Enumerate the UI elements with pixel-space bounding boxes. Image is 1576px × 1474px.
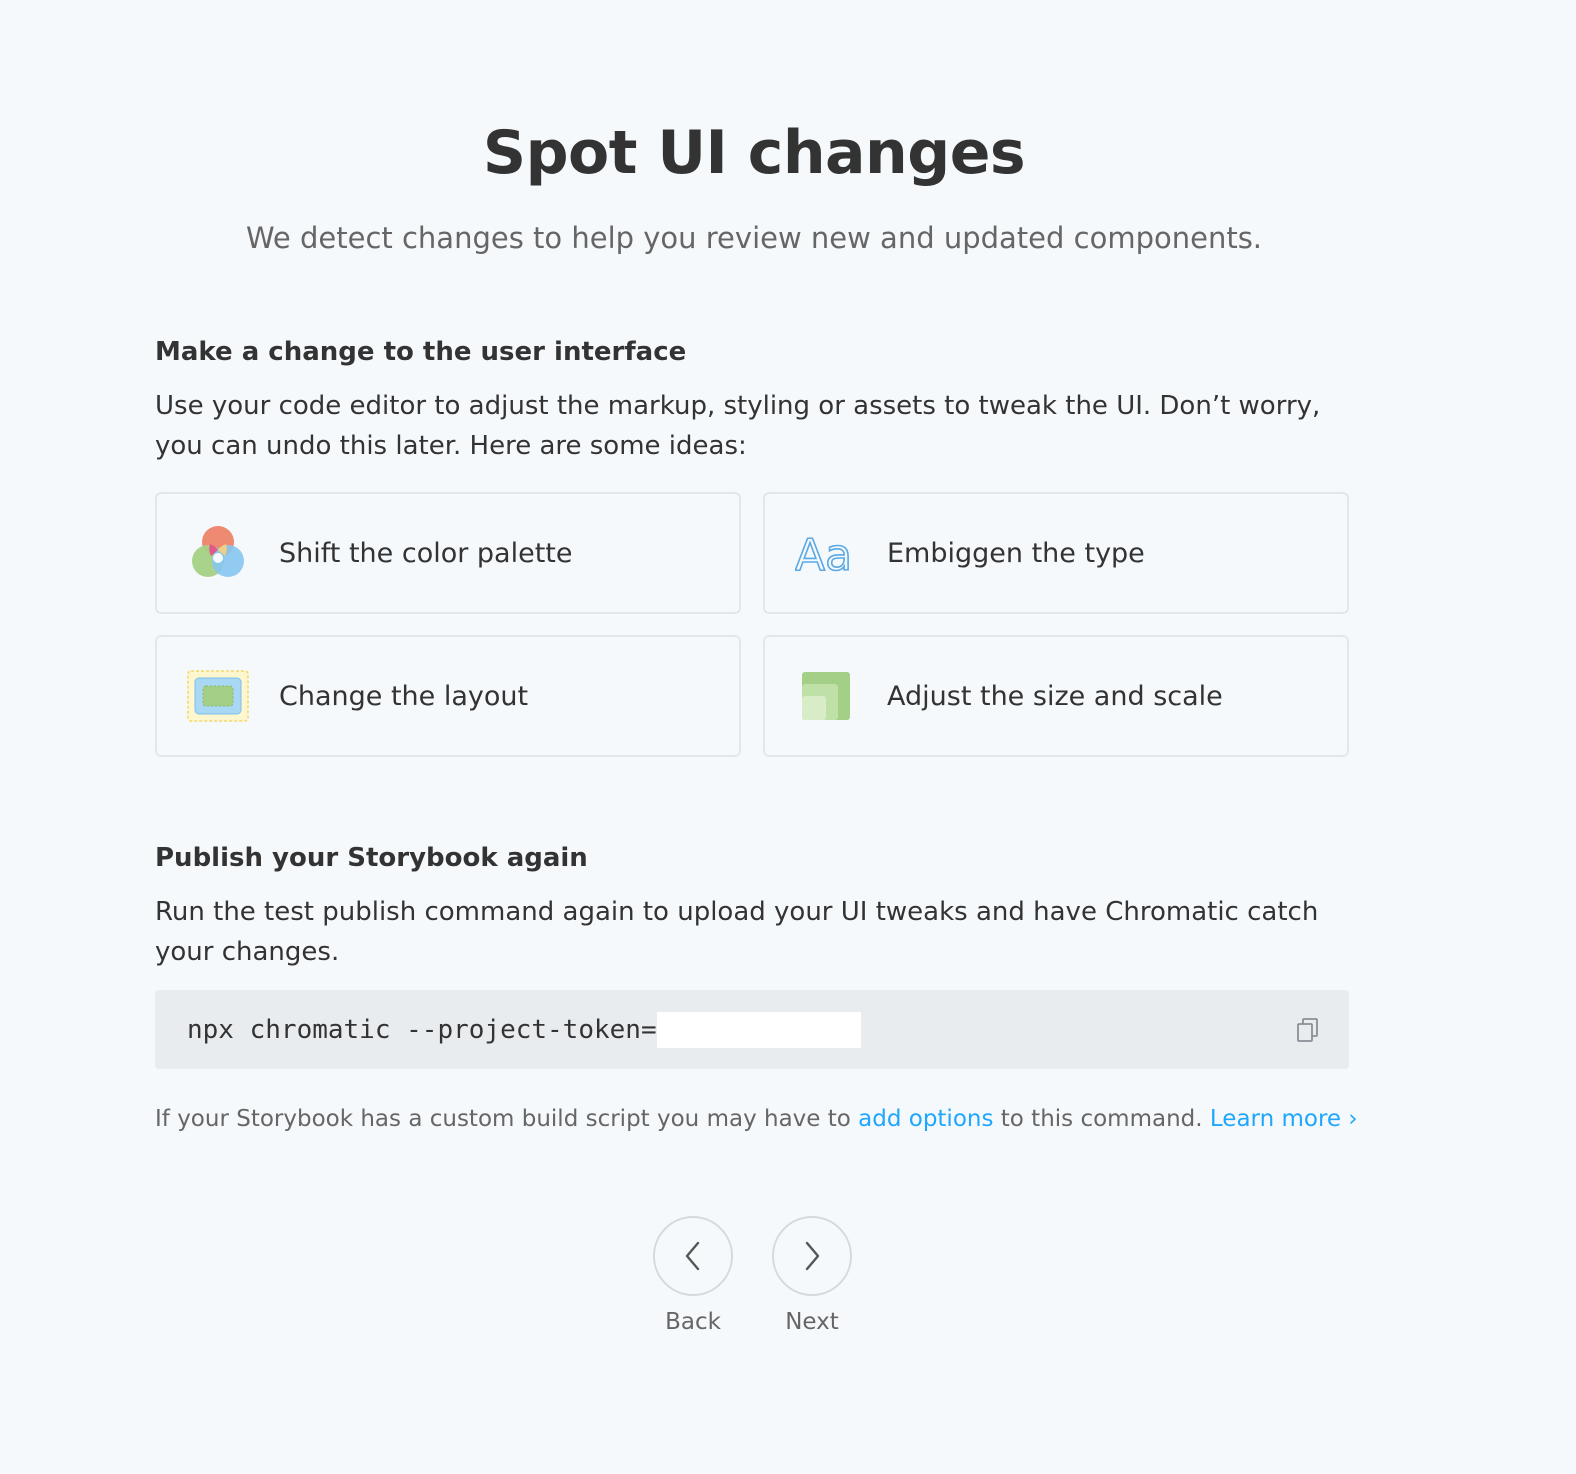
svg-text:Aa: Aa (795, 530, 852, 576)
onboarding-page: Spot UI changes We detect changes to hel… (0, 0, 1576, 1474)
color-palette-icon (187, 522, 249, 584)
page-subtitle: We detect changes to help you review new… (245, 221, 1263, 255)
next-label[interactable]: Next (772, 1306, 852, 1338)
ideas-grid: Shift the color palette Aa Embiggen the … (155, 492, 1349, 757)
step-description: Use your code editor to adjust the marku… (155, 391, 1321, 461)
typography-icon: Aa (795, 522, 857, 584)
learn-more-link[interactable]: Learn more › (1210, 1106, 1358, 1132)
learn-more-label: Learn more (1209, 1106, 1342, 1132)
idea-label: Change the layout (279, 680, 529, 712)
project-token-redacted (656, 1011, 861, 1048)
idea-card-color-palette[interactable]: Shift the color palette (155, 492, 741, 614)
back-nav: Back (653, 1216, 733, 1338)
command-box[interactable]: npx chromatic --project-token= (155, 990, 1349, 1069)
back-label[interactable]: Back (653, 1306, 733, 1338)
step-heading: Publish your Storybook again (155, 843, 588, 873)
next-nav: Next (772, 1216, 852, 1338)
chevron-left-icon (685, 1241, 700, 1271)
hint-text: If your Storybook has a custom build scr… (155, 1106, 859, 1132)
command-text[interactable]: npx chromatic --project-token= (187, 1015, 657, 1045)
idea-label: Embiggen the type (887, 537, 1145, 569)
step-make-change: Make a change to the user interface Use … (155, 334, 1349, 466)
chevron-right-icon (805, 1241, 820, 1271)
idea-label: Adjust the size and scale (887, 680, 1223, 712)
build-script-hint: If your Storybook has a custom build scr… (155, 1102, 1455, 1136)
page-title: Spot UI changes (482, 118, 1026, 188)
size-scale-icon (795, 665, 857, 727)
back-button[interactable] (653, 1216, 733, 1296)
next-button[interactable] (772, 1216, 852, 1296)
idea-card-layout[interactable]: Change the layout (155, 635, 741, 757)
step-description: Run the test publish command again to up… (155, 897, 1319, 967)
idea-label: Shift the color palette (279, 537, 573, 569)
layout-icon (187, 665, 249, 727)
add-options-link[interactable]: add options (858, 1106, 993, 1132)
step-heading: Make a change to the user interface (155, 337, 687, 367)
idea-card-size-scale[interactable]: Adjust the size and scale (763, 635, 1349, 757)
idea-card-typography[interactable]: Aa Embiggen the type (763, 492, 1349, 614)
step-publish: Publish your Storybook again Run the tes… (155, 840, 1349, 972)
copy-icon[interactable] (1293, 1015, 1323, 1045)
hint-text: to this command. (993, 1106, 1210, 1132)
chevron-right-icon: › (1348, 1106, 1358, 1132)
